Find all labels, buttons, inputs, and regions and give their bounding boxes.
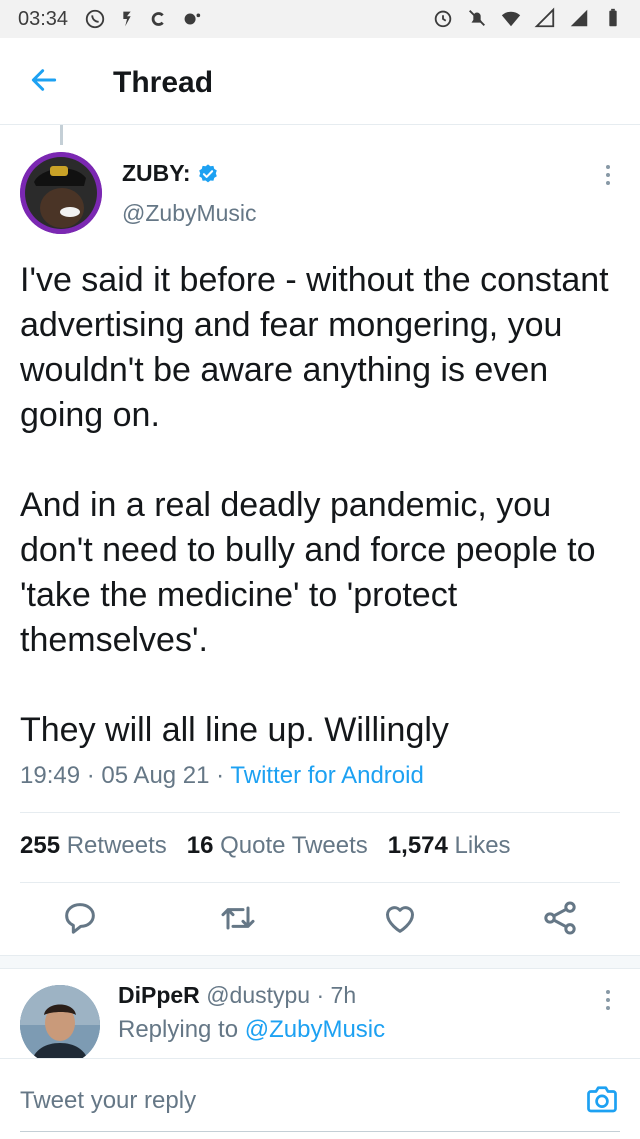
tweet-source-link[interactable]: Twitter for Android [230, 762, 423, 789]
section-separator [0, 955, 640, 969]
thread-header: Thread [0, 38, 640, 125]
reply-composer: Tweet your reply [0, 1058, 640, 1139]
no-signal-icon [534, 7, 555, 28]
status-time: 03:34 [18, 8, 69, 30]
divider [20, 882, 620, 883]
tweet-text: I've said it before - without the consta… [20, 258, 620, 753]
author-name: ZUBY: [122, 160, 191, 186]
status-right-icons [432, 7, 624, 29]
more-options-icon[interactable] [598, 160, 618, 190]
status-bar: 03:34 [0, 0, 640, 38]
reply-author-name: DiPpeR [118, 982, 200, 1008]
verified-badge-icon [198, 163, 217, 182]
replying-prefix: Replying to [118, 1016, 239, 1043]
share-icon[interactable] [540, 898, 580, 938]
reply-age: 7h [330, 982, 357, 1008]
avatar-image [20, 985, 100, 1065]
tweet-actions [0, 890, 640, 950]
c-icon [151, 12, 164, 26]
page-title: Thread [113, 66, 214, 99]
retweets-label: Retweets [66, 832, 167, 859]
battery-icon [609, 8, 617, 27]
tweet-paragraph: They will all line up. Willingly [20, 711, 449, 749]
tweet-paragraph: I've said it before - without the consta… [20, 261, 609, 434]
reply-input[interactable]: Tweet your reply [20, 1087, 196, 1115]
retweets-count: 255 [20, 832, 61, 859]
chat-bubble-icon [184, 13, 201, 25]
likes-label: Likes [454, 832, 511, 859]
author-handle[interactable]: @ZubyMusic [122, 200, 257, 227]
thread-connector [60, 125, 63, 145]
mute-icon [469, 10, 485, 26]
replying-mention-link[interactable]: @ZubyMusic [245, 1016, 385, 1043]
tweet-paragraph: And in a real deadly pandemic, you don't… [20, 486, 596, 659]
divider [20, 812, 620, 813]
quotes-label: Quote Tweets [220, 832, 368, 859]
retweets-stat[interactable]: 255 Retweets [20, 832, 167, 860]
likes-stat[interactable]: 1,574 Likes [388, 832, 511, 860]
tweet-date: 05 Aug 21 [101, 762, 210, 789]
quotes-stat[interactable]: 16 Quote Tweets [187, 832, 368, 860]
reply-author-avatar[interactable] [20, 985, 100, 1065]
more-options-icon[interactable] [598, 985, 618, 1015]
status-left-icons [84, 8, 202, 30]
alarm-icon [434, 10, 452, 28]
retweet-icon[interactable] [218, 898, 258, 938]
reply-header[interactable]: DiPpeR @dustypu · 7h [118, 982, 356, 1009]
like-heart-icon[interactable] [380, 898, 420, 938]
back-arrow-icon[interactable] [28, 64, 60, 96]
whatsapp-icon [85, 9, 105, 29]
avatar-image [20, 152, 102, 234]
tweet-stats: 255 Retweets 16 Quote Tweets 1,574 Likes [20, 832, 511, 860]
likes-count: 1,574 [387, 832, 448, 859]
wifi-icon [501, 11, 521, 27]
author-name-row[interactable]: ZUBY: [122, 160, 219, 187]
tweet-meta: 19:49 · 05 Aug 21 · Twitter for Android [20, 762, 424, 789]
input-underline [20, 1131, 620, 1132]
author-avatar[interactable] [20, 152, 102, 234]
replying-to: Replying to @ZubyMusic [118, 1016, 385, 1044]
signal-icon [570, 9, 588, 27]
reply-author-handle: @dustypu [206, 982, 311, 1008]
reply-icon[interactable] [60, 898, 100, 938]
camera-icon[interactable] [584, 1081, 620, 1117]
quotes-count: 16 [186, 832, 214, 859]
tweet-time: 19:49 [20, 762, 81, 789]
sync-icon [123, 11, 131, 27]
